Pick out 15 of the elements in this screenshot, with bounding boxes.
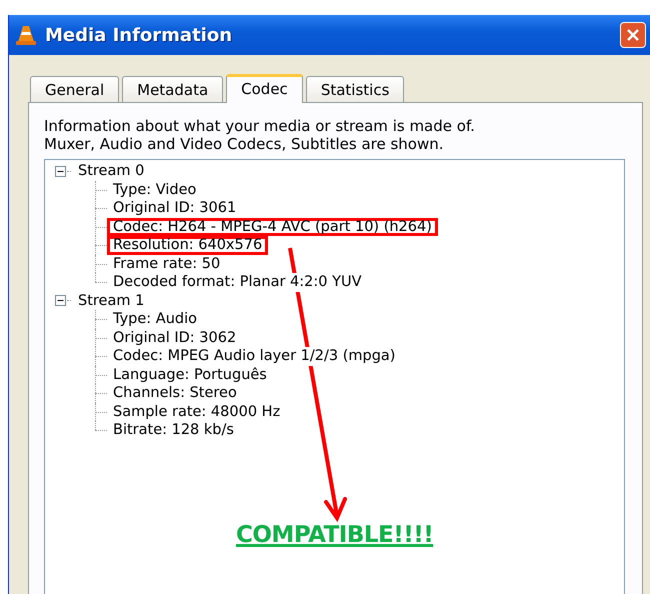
close-icon [626,28,640,42]
tab[interactable]: General [30,76,120,102]
description-text: Information about what your media or stream is made of. [44,117,476,135]
highlighted-tree-item[interactable]: Resolution: 640x576 [107,236,268,254]
collapse-icon[interactable] [55,166,66,177]
tab[interactable]: Metadata [122,76,224,102]
tab[interactable]: Codec [226,74,303,103]
close-button[interactable] [620,22,646,48]
tab[interactable]: Statistics [306,76,404,102]
annotation-text: COMPATIBLE!!!! [236,520,434,550]
traffic-cone-icon [15,24,37,46]
description-text: Muxer, Audio and Video Codecs, Subtitles are shown. [44,135,445,153]
window-title: Media Information [45,24,232,48]
highlighted-tree-item[interactable]: Codec: H264 - MPEG-4 AVC (part 10) (h264) [107,218,438,236]
collapse-icon[interactable] [55,295,66,306]
